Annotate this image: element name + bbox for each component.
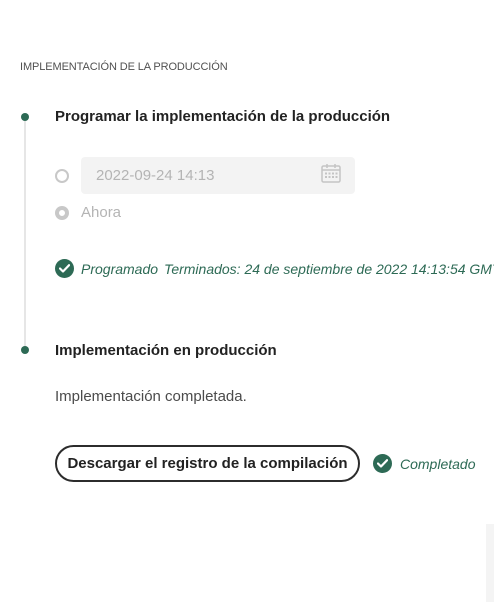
section-title: IMPLEMENTACIÓN DE LA PRODUCCIÓN [20,61,228,73]
check-circle-icon [373,454,392,473]
step-title-deployment: Implementación en producción [55,342,277,359]
timeline-line [24,120,26,348]
datetime-value: 2022-09-24 14:13 [96,167,215,184]
step-title-schedule: Programar la implementación de la produc… [55,108,391,125]
schedule-radio[interactable] [55,168,69,183]
status-label: Completado [400,455,476,472]
download-build-log-button[interactable]: Descargar el registro de la compilación [55,445,360,482]
timeline-step-dot [21,346,29,354]
calendar-icon[interactable] [321,163,341,188]
status-label: Programado [81,260,159,277]
now-option: Ahora [55,204,121,221]
check-circle-icon [55,259,74,278]
completed-status: Completado [373,454,476,473]
now-radio[interactable] [55,205,69,220]
status-detail: Terminados: 24 de septiembre de 2022 14:… [164,260,494,277]
now-label: Ahora [81,204,122,221]
schedule-option: 2022-09-24 14:13 [55,157,355,194]
scrollbar-track[interactable] [486,524,494,602]
timeline-step-dot [21,113,29,121]
production-deployment-panel: IMPLEMENTACIÓN DE LA PRODUCCIÓN Programa… [0,0,494,602]
datetime-field[interactable]: 2022-09-24 14:13 [81,157,355,194]
deployment-message: Implementación completada. [55,388,247,405]
scheduled-status: Programado Terminados: 24 de septiembre … [55,259,494,278]
